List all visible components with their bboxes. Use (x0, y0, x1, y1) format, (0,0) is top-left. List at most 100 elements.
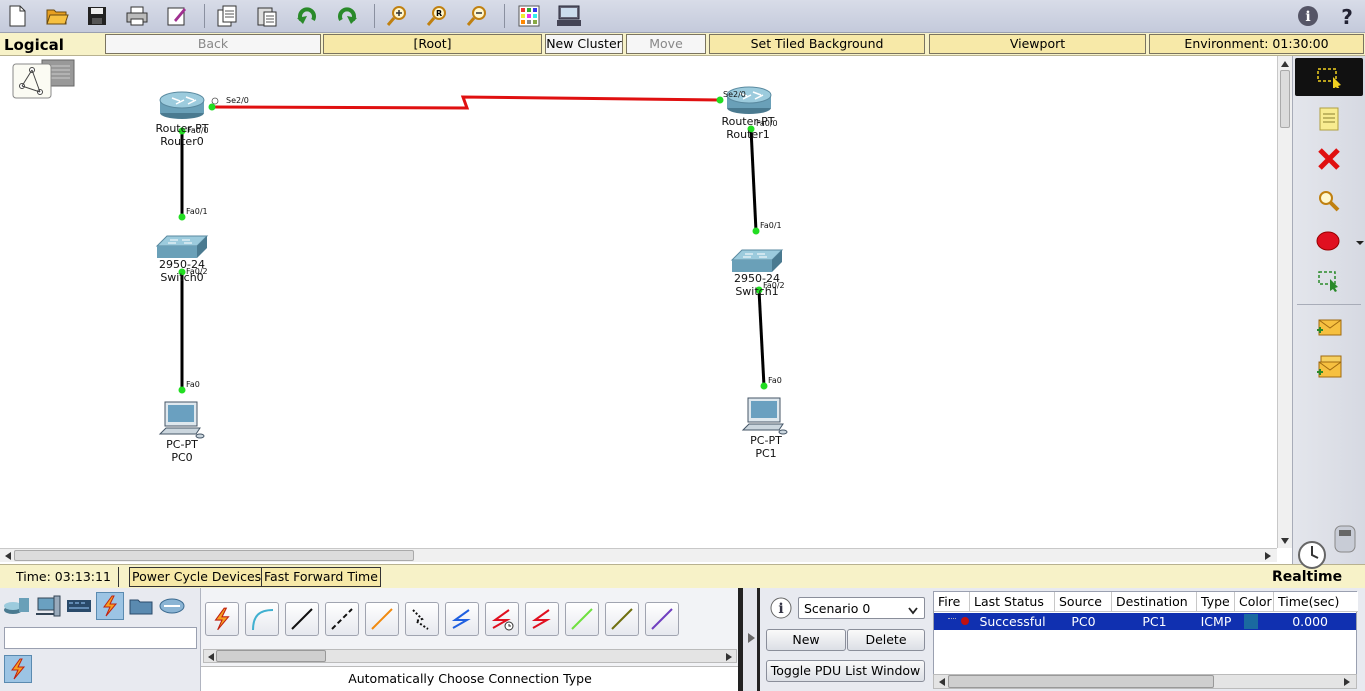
back-button[interactable]: Back (105, 34, 321, 54)
column-header[interactable]: Fire (934, 592, 970, 612)
device-model-label: PC-PT (750, 434, 782, 447)
custom-device-icon[interactable] (556, 3, 582, 29)
place-note-icon[interactable] (1305, 102, 1353, 136)
column-header[interactable]: Type (1197, 592, 1235, 612)
activity-wizard-icon[interactable] (164, 3, 190, 29)
serial-dte-icon[interactable] (525, 602, 559, 636)
paste-icon[interactable] (254, 3, 280, 29)
logical-workspace[interactable]: Se2/0 Fa0/0 Se2/0 Fa0/0 Fa0/1 Fa0/2 Fa0/… (0, 56, 1277, 548)
panel-splitter[interactable] (738, 588, 760, 691)
realtime-mode-icon[interactable] (1296, 539, 1328, 571)
help-icon[interactable]: ? (1334, 3, 1360, 29)
octal-cable-icon[interactable] (565, 602, 599, 636)
zoom-in-icon[interactable] (384, 3, 410, 29)
connections-category-icon[interactable] (96, 592, 124, 620)
usb-cable-icon[interactable] (645, 602, 679, 636)
print-icon[interactable] (124, 3, 150, 29)
power-cycle-devices-button[interactable]: Power Cycle Devices (129, 567, 265, 587)
scroll-thumb[interactable] (948, 675, 1214, 688)
zoom-reset-icon[interactable]: R (424, 3, 450, 29)
add-simple-pdu-icon[interactable] (1305, 310, 1353, 344)
logical-workspace-title[interactable]: Logical (4, 36, 64, 54)
fast-forward-time-button[interactable]: Fast Forward Time (261, 567, 381, 587)
scroll-thumb[interactable] (216, 650, 326, 662)
zoom-out-icon[interactable] (464, 3, 490, 29)
inspect-icon[interactable] (1305, 184, 1353, 218)
scroll-left-arrow-icon[interactable] (3, 550, 13, 560)
switch0-device-icon[interactable] (155, 235, 209, 258)
palette-icon[interactable] (516, 3, 542, 29)
connection-types-scrollbar[interactable] (203, 649, 737, 663)
column-header[interactable]: Color (1235, 592, 1274, 612)
new-file-icon[interactable] (4, 3, 30, 29)
selected-connections-subcategory-icon[interactable] (4, 655, 32, 683)
ethernet-link[interactable] (749, 128, 758, 232)
column-header[interactable]: Last Status (970, 592, 1055, 612)
resize-shape-icon[interactable] (1305, 264, 1353, 298)
iot-custom-cable-icon[interactable] (605, 602, 639, 636)
scroll-left-arrow-icon[interactable] (206, 651, 216, 661)
device-model-label: PC-PT (166, 438, 198, 451)
collapse-arrow-icon[interactable] (746, 632, 756, 644)
serial-dce-icon[interactable] (485, 602, 519, 636)
set-tiled-background-button[interactable]: Set Tiled Background (709, 34, 925, 54)
pc0-device-icon[interactable] (158, 401, 205, 439)
copy-icon[interactable] (214, 3, 240, 29)
end-devices-category-icon[interactable] (34, 592, 62, 620)
scroll-right-arrow-icon[interactable] (1263, 550, 1273, 560)
scroll-up-arrow-icon[interactable] (1280, 58, 1290, 68)
column-header[interactable]: Destination (1112, 592, 1197, 612)
multiuser-connection-category-icon[interactable] (158, 592, 186, 620)
coaxial-cable-icon[interactable] (445, 602, 479, 636)
components-category-icon[interactable] (65, 592, 93, 620)
delete-icon[interactable] (1305, 142, 1353, 176)
new-scenario-button[interactable]: New (766, 629, 846, 651)
horizontal-scrollbar[interactable] (0, 548, 1277, 562)
scroll-right-arrow-icon[interactable] (1342, 676, 1352, 686)
draw-shape-dropdown-icon[interactable] (1355, 236, 1365, 245)
miscellaneous-category-icon[interactable] (127, 592, 155, 620)
draw-shape-icon[interactable] (1305, 224, 1353, 258)
new-cluster-button[interactable]: New Cluster (545, 34, 623, 54)
delete-scenario-button[interactable]: Delete (847, 629, 925, 651)
pdu-list-scrollbar[interactable] (933, 674, 1357, 689)
select-tool-icon[interactable] (1295, 58, 1363, 96)
column-header[interactable]: Time(sec) (1274, 592, 1358, 612)
move-object-button[interactable]: Move Object (626, 34, 706, 69)
environment-time-button[interactable]: Environment: 01:30:00 (1149, 34, 1364, 54)
realtime-clock-icon[interactable] (1323, 522, 1363, 562)
info-icon[interactable]: i (1295, 3, 1321, 29)
ethernet-link[interactable] (757, 289, 766, 387)
device-search-input[interactable] (4, 627, 197, 649)
console-cable-icon[interactable] (245, 602, 279, 636)
scroll-thumb[interactable] (14, 550, 414, 561)
scenario-select[interactable]: Scenario 0 (798, 597, 925, 619)
scroll-left-arrow-icon[interactable] (937, 676, 947, 686)
viewport-button[interactable]: Viewport (929, 34, 1146, 54)
add-complex-pdu-icon[interactable] (1305, 350, 1353, 384)
pc1-device-icon[interactable] (741, 397, 788, 435)
save-icon[interactable] (84, 3, 110, 29)
router0-device-icon[interactable] (159, 91, 205, 119)
copper-straight-through-icon[interactable] (285, 602, 319, 636)
undo-icon[interactable] (294, 3, 320, 29)
scroll-thumb[interactable] (1280, 70, 1290, 128)
switch1-device-icon[interactable] (730, 249, 784, 272)
serial-link[interactable] (211, 95, 721, 110)
fire-status-icon[interactable] (961, 617, 969, 625)
scenario-info-icon[interactable]: i (769, 596, 793, 620)
network-devices-category-icon[interactable] (3, 592, 31, 620)
redo-icon[interactable] (334, 3, 360, 29)
fiber-cable-icon[interactable] (365, 602, 399, 636)
scroll-down-arrow-icon[interactable] (1280, 535, 1290, 545)
column-header[interactable]: Source (1055, 592, 1112, 612)
toggle-pdu-list-button[interactable]: Toggle PDU List Window (766, 660, 925, 682)
copper-cross-over-icon[interactable] (325, 602, 359, 636)
root-breadcrumb[interactable]: [Root] (323, 34, 542, 54)
open-folder-icon[interactable] (44, 3, 70, 29)
realtime-mode-label[interactable]: Realtime (1272, 569, 1342, 585)
automatic-connection-icon[interactable] (205, 602, 239, 636)
scroll-right-arrow-icon[interactable] (724, 651, 734, 661)
vertical-scrollbar[interactable] (1277, 56, 1292, 548)
phone-cable-icon[interactable] (405, 602, 439, 636)
